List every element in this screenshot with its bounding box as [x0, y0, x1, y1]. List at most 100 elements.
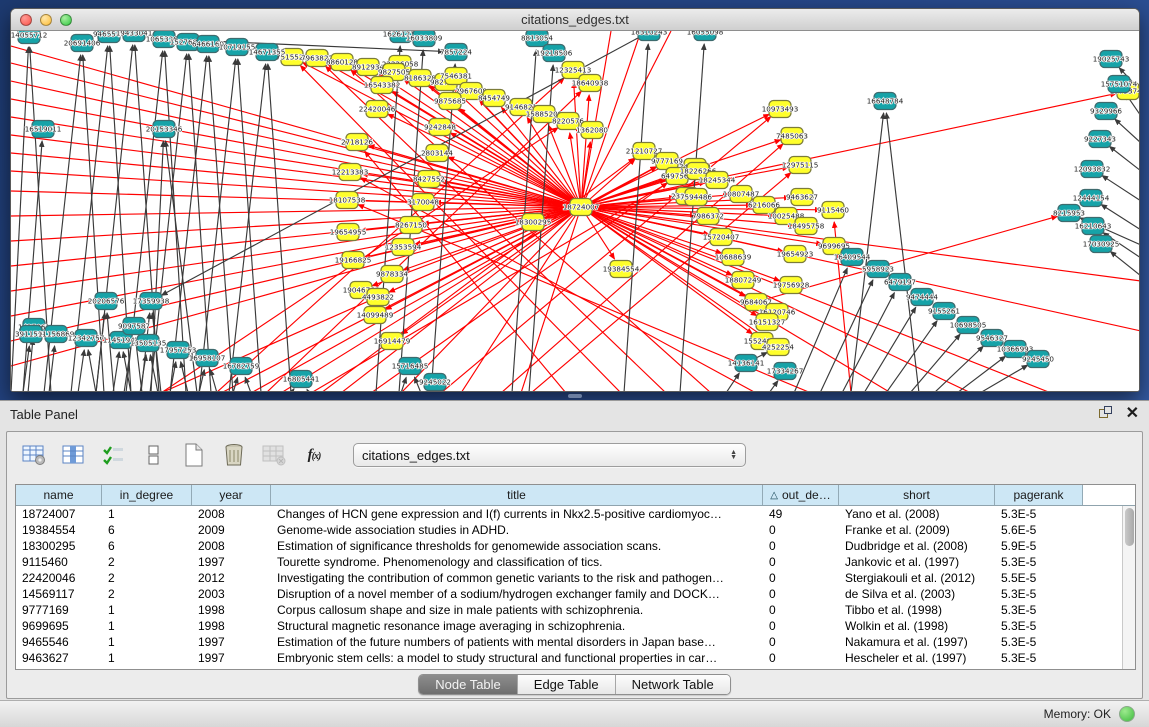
graph-node[interactable]: 19166825 [335, 252, 372, 269]
graph-node[interactable]: 9875685 [434, 93, 466, 110]
table-row[interactable]: 2242004622012Investigating the contribut… [16, 570, 1135, 586]
table-row[interactable]: 1872400712008Changes of HCN gene express… [16, 506, 1135, 522]
graph-node[interactable]: 4493822 [362, 289, 394, 306]
table-row[interactable]: 1830029562008Estimation of significance … [16, 538, 1135, 554]
table-row[interactable]: 946554611997Estimation of the future num… [16, 634, 1135, 650]
cell-short: Franke et al. (2009) [839, 522, 995, 538]
column-header-name[interactable]: name [16, 485, 102, 505]
cell-short: Tibbo et al. (1998) [839, 602, 995, 618]
graph-node[interactable]: 7986372 [692, 208, 724, 225]
svg-text:9474444: 9474444 [906, 293, 938, 302]
column-header-out_degree[interactable]: △out_de… [763, 485, 839, 505]
float-panel-icon[interactable] [1099, 406, 1114, 421]
graph-node[interactable]: 12444154 [1073, 190, 1110, 207]
graph-node[interactable]: 16519011 [25, 121, 62, 138]
graph-node[interactable]: 17030925 [1083, 236, 1120, 253]
scrollbar-thumb[interactable] [1125, 508, 1134, 546]
splitter-grip[interactable] [568, 394, 582, 398]
graph-node[interactable]: 15716485 [392, 358, 429, 375]
graph-node[interactable]: 7485063 [776, 128, 808, 145]
graph-node[interactable]: 9115460 [817, 202, 849, 219]
graph-node[interactable]: 19756928 [773, 277, 810, 294]
new-document-icon[interactable] [179, 440, 209, 470]
graph-node[interactable]: 17359938 [133, 293, 170, 310]
panel-splitter[interactable] [0, 392, 1149, 400]
column-header-pagerank[interactable]: pagerank [995, 485, 1083, 505]
cell-name: 9463627 [16, 650, 102, 666]
delete-icon[interactable] [219, 440, 249, 470]
column-header-in_degree[interactable]: in_degree [102, 485, 192, 505]
node-table: namein_degreeyeartitle△out_de…shortpager… [15, 484, 1136, 670]
graph-node[interactable]: 5958923 [862, 261, 894, 278]
graph-node[interactable]: 1362080 [576, 122, 608, 139]
graph-node[interactable]: 9878334 [376, 266, 408, 283]
graph-node[interactable]: 6479197 [884, 274, 916, 291]
function-builder-icon[interactable]: f(x) [299, 440, 329, 470]
memory-status-label: Memory: OK [1044, 707, 1111, 721]
svg-text:18310243: 18310243 [631, 31, 668, 37]
close-panel-icon[interactable]: ✕ [1126, 406, 1139, 421]
graph-node[interactable]: 19654955 [330, 224, 367, 241]
tab-edge-table[interactable]: Edge Table [518, 675, 616, 694]
graph-node[interactable]: 16648784 [867, 93, 904, 110]
graph-node[interactable]: 9463627 [786, 189, 818, 206]
network-canvas[interactable]: 1872400718300295193845542718126122133831… [11, 31, 1140, 392]
graph-node[interactable]: 9245022 [419, 374, 451, 391]
svg-text:18640938: 18640938 [572, 79, 609, 88]
graph-node[interactable]: 9474444 [906, 289, 938, 306]
graph-node[interactable]: 16033809 [406, 31, 443, 47]
graph-node[interactable]: 20153346 [146, 121, 183, 138]
table-row[interactable]: 946362711997Embryonic stem cells: a mode… [16, 650, 1135, 666]
graph-node[interactable]: 9329966 [1090, 103, 1122, 120]
table-scrollbar[interactable] [1122, 506, 1135, 670]
svg-text:16648784: 16648784 [867, 97, 904, 106]
graph-node[interactable]: 8215953 [1053, 205, 1085, 222]
graph-node[interactable]: 16055098 [687, 31, 724, 41]
svg-text:4493822: 4493822 [362, 293, 394, 302]
table-row[interactable]: 1938455462009Genome-wide association stu… [16, 522, 1135, 538]
graph-node[interactable]: 10698505 [950, 317, 987, 334]
table-row[interactable]: 969969511998Structural magnetic resonanc… [16, 618, 1135, 634]
tab-node-table[interactable]: Node Table [419, 675, 518, 694]
svg-text:12093832: 12093832 [1074, 165, 1111, 174]
graph-node[interactable]: 9097587 [118, 318, 150, 335]
graph-node[interactable]: 19654923 [777, 246, 814, 263]
graph-node[interactable]: 12093832 [1074, 161, 1111, 178]
graph-node[interactable]: 14099489 [357, 307, 394, 324]
graph-node[interactable]: 8427552 [413, 171, 445, 188]
cell-title: Embryonic stem cells: a model to study s… [271, 650, 763, 666]
column-header-title[interactable]: title [271, 485, 763, 505]
table-panel-body: f(x) citations_edges.txt▲▼ namein_degreey… [6, 431, 1143, 699]
table-row[interactable]: 911546021997Tourette syndrome. Phenomeno… [16, 554, 1135, 570]
graph-node[interactable]: 2718126 [341, 134, 373, 151]
column-header-short[interactable]: short [839, 485, 995, 505]
graph-node[interactable]: 7594486 [680, 189, 712, 206]
graph-node[interactable]: 3170048 [407, 194, 439, 211]
graph-node[interactable]: 10688639 [715, 249, 752, 266]
table-row[interactable]: 977716911998Corpus callosum shape and si… [16, 602, 1135, 618]
window-titlebar[interactable]: citations_edges.txt [11, 9, 1139, 31]
select-columns-icon[interactable] [99, 440, 129, 470]
row-options-icon[interactable] [139, 440, 169, 470]
column-header-year[interactable]: year [192, 485, 271, 505]
graph-node[interactable]: 9155261 [928, 303, 960, 320]
graph-node[interactable]: 7857224 [440, 44, 472, 61]
delete-table-icon[interactable] [259, 440, 289, 470]
graph-node[interactable]: 14055712 [11, 31, 47, 44]
network-graph[interactable]: 1872400718300295193845542718126122133831… [11, 31, 1140, 392]
graph-node[interactable]: 16782759 [223, 358, 260, 375]
graph-node[interactable]: 16210643 [1075, 218, 1112, 235]
cell-title: Corpus callosum shape and size in male p… [271, 602, 763, 618]
table-row[interactable]: 1456911722003Disruption of a novel membe… [16, 586, 1135, 602]
column-settings-icon[interactable] [59, 440, 89, 470]
svg-text:19384554: 19384554 [603, 265, 640, 274]
graph-node[interactable]: 9227343 [1084, 131, 1116, 148]
tab-network-table[interactable]: Network Table [616, 675, 730, 694]
graph-node[interactable]: 12975115 [782, 157, 819, 174]
graph-node[interactable]: 19025743 [1093, 51, 1130, 68]
graph-node[interactable]: 9245450 [1022, 351, 1054, 368]
table-mode-icon[interactable] [19, 440, 49, 470]
graph-node[interactable]: 4252254 [762, 339, 794, 356]
svg-text:12444154: 12444154 [1073, 194, 1110, 203]
table-select-dropdown[interactable]: citations_edges.txt▲▼ [353, 443, 746, 467]
